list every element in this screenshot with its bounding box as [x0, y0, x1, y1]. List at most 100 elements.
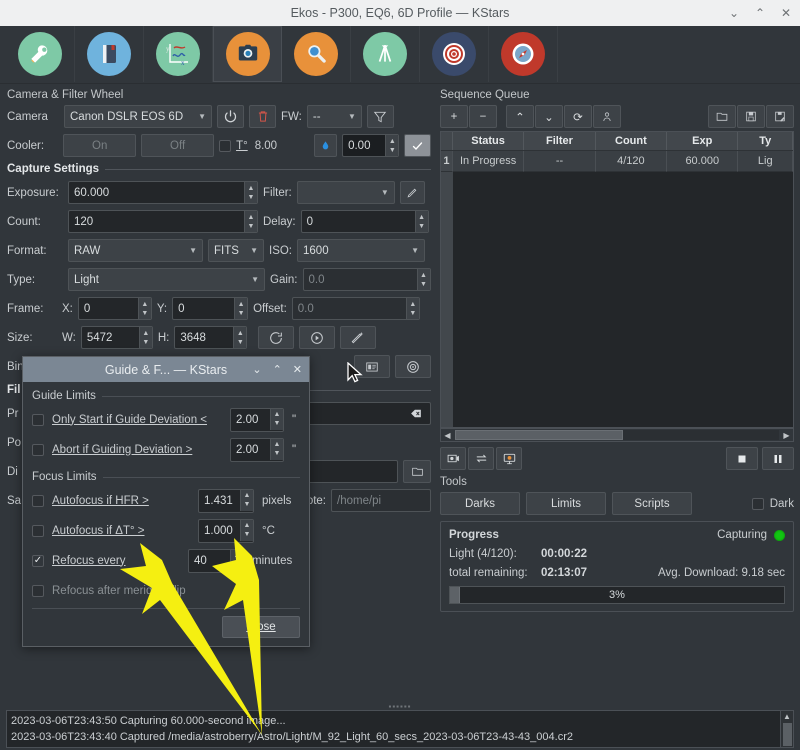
type-select[interactable]: Light ▼ [68, 268, 265, 291]
scroll-right-arrow[interactable]: ▶ [780, 431, 793, 440]
save-sequence-button[interactable] [737, 105, 765, 128]
size-w-stepper[interactable]: ▲ ▼ [138, 327, 152, 348]
delta-t-input[interactable]: 1.000 ▲ ▼ [198, 518, 254, 543]
delay-stepper[interactable]: ▲ ▼ [414, 211, 428, 232]
hfr-input[interactable]: 1.431 ▲ ▼ [198, 488, 254, 513]
delta-t-checkbox[interactable] [32, 524, 44, 537]
file-format-select[interactable]: FITS ▼ [208, 239, 264, 262]
refocus-every-input[interactable]: 40 ▲ ▼ [188, 548, 244, 573]
filter-wheel-select[interactable]: -- ▼ [306, 105, 362, 128]
move-down-button[interactable]: ⌄ [535, 105, 563, 128]
toolbar-item-guide[interactable] [420, 26, 489, 82]
format-select[interactable]: RAW ▼ [68, 239, 203, 262]
toolbar-item-analyze[interactable]: x y [144, 26, 213, 82]
toolbar-item-focus[interactable] [282, 26, 351, 82]
delta-t-stepper[interactable]: ▲ ▼ [240, 519, 253, 541]
size-h-input[interactable]: 3648 ▲ ▼ [174, 326, 248, 349]
scroll-left-arrow[interactable]: ◀ [441, 431, 454, 440]
abort-input[interactable]: 2.00 ▲ ▼ [230, 437, 284, 462]
reset-frame-button[interactable] [258, 326, 295, 349]
only-start-stepper[interactable]: ▲ ▼ [270, 408, 283, 430]
dialog-close-action-button[interactable]: Close [222, 616, 300, 638]
camera-remove-button[interactable] [249, 105, 276, 128]
frame-x-input[interactable]: 0 ▲ ▼ [77, 297, 152, 320]
dialog-minimize-button[interactable]: ⌄ [252, 363, 261, 376]
close-button[interactable]: ✕ [778, 5, 794, 21]
hfr-stepper[interactable]: ▲ ▼ [240, 489, 253, 511]
only-start-checkbox[interactable] [32, 413, 44, 426]
frame-y-stepper[interactable]: ▲ ▼ [234, 298, 248, 319]
remote-path-input[interactable]: /home/pi [331, 489, 431, 512]
camera-power-button[interactable] [217, 105, 244, 128]
sequence-table[interactable]: Status Filter Count Exp Ty 1 In Progress… [440, 131, 794, 428]
remove-job-button[interactable]: − [469, 105, 497, 128]
save-as-sequence-button[interactable] [766, 105, 794, 128]
filter-funnel-button[interactable] [366, 105, 394, 128]
refocus-every-stepper[interactable]: ▲ ▼ [230, 549, 243, 571]
log-output[interactable]: 2023-03-06T23:43:50 Capturing 60.000-sec… [6, 710, 794, 748]
toolbar-item-capture[interactable] [213, 26, 282, 82]
darks-button[interactable]: Darks [440, 492, 520, 515]
toolbar-item-align[interactable] [489, 26, 558, 82]
cooler-off-button[interactable]: Off [141, 134, 215, 157]
auto-calibrate-button[interactable] [340, 326, 377, 349]
log-scrollbar[interactable]: ▲ [780, 711, 793, 747]
open-sequence-button[interactable] [708, 105, 736, 128]
pause-capture-button[interactable] [762, 447, 794, 470]
dark-checkbox[interactable] [751, 497, 764, 510]
size-w-input[interactable]: 5472 ▲ ▼ [80, 326, 153, 349]
scroll-thumb[interactable] [455, 430, 624, 440]
browse-directory-button[interactable] [403, 460, 431, 483]
count-input[interactable]: 120 ▲ ▼ [68, 210, 258, 233]
dialog-maximize-button[interactable]: ⌃ [273, 363, 282, 376]
size-h-stepper[interactable]: ▲ ▼ [233, 327, 247, 348]
move-up-button[interactable]: ⌃ [506, 105, 534, 128]
toolbar-item-logs[interactable] [75, 26, 144, 82]
gain-stepper[interactable]: ▲ ▼ [416, 269, 430, 290]
log-scroll-thumb[interactable] [782, 723, 792, 746]
only-start-input[interactable]: 2.00 ▲ ▼ [230, 407, 284, 432]
offset-input[interactable]: 0.0 ▲ ▼ [291, 297, 420, 320]
toolbar-item-setup[interactable] [6, 26, 75, 82]
sequence-hscrollbar[interactable]: ◀ ▶ [440, 428, 794, 442]
maximize-button[interactable]: ⌃ [752, 5, 768, 21]
add-job-button[interactable]: + [440, 105, 468, 128]
gain-input[interactable]: 0.0 ▲ ▼ [302, 268, 431, 291]
abort-stepper[interactable]: ▲ ▼ [270, 438, 283, 460]
apply-temperature-button[interactable] [404, 134, 432, 157]
iso-select[interactable]: 1600 ▼ [297, 239, 426, 262]
delay-input[interactable]: 0 ▲ ▼ [300, 210, 429, 233]
target-button[interactable] [395, 355, 431, 378]
minimize-button[interactable]: ⌄ [726, 5, 742, 21]
target-temperature-input[interactable]: 0.00 ▲ ▼ [342, 134, 400, 157]
coolant-button[interactable] [314, 134, 338, 157]
frame-y-input[interactable]: 0 ▲ ▼ [172, 297, 249, 320]
limits-button[interactable]: Limits [526, 492, 606, 515]
target-temperature-stepper[interactable]: ▲ ▼ [385, 135, 399, 156]
loop-capture-button[interactable] [468, 447, 494, 470]
log-splitter[interactable]: ▪▪▪▪▪▪ [0, 702, 800, 711]
offset-stepper[interactable]: ▲ ▼ [405, 298, 419, 319]
table-row[interactable]: 1 In Progress -- 4/120 60.000 Lig [441, 151, 793, 172]
camera-select[interactable]: Canon DSLR EOS 6D ▼ [64, 105, 212, 128]
stop-capture-button[interactable] [726, 447, 758, 470]
fits-viewer-button[interactable] [354, 355, 390, 378]
scripts-button[interactable]: Scripts [612, 492, 692, 515]
preview-capture-button[interactable] [440, 447, 466, 470]
exposure-stepper[interactable]: ▲ ▼ [244, 182, 257, 203]
temperature-checkbox[interactable] [219, 139, 232, 152]
reset-sequence-button[interactable]: ⟳ [564, 105, 592, 128]
calibration-button[interactable] [299, 326, 336, 349]
abort-checkbox[interactable] [32, 443, 44, 456]
meridian-flip-checkbox[interactable] [32, 584, 44, 597]
hfr-checkbox[interactable] [32, 494, 44, 507]
count-stepper[interactable]: ▲ ▼ [244, 211, 257, 232]
toolbar-item-mount[interactable] [351, 26, 420, 82]
exposure-input[interactable]: 60.000 ▲ ▼ [68, 181, 258, 204]
cooler-on-button[interactable]: On [63, 134, 137, 157]
frame-x-stepper[interactable]: ▲ ▼ [137, 298, 151, 319]
live-view-button[interactable] [496, 447, 522, 470]
dialog-close-button[interactable]: ✕ [293, 363, 302, 376]
refocus-every-checkbox[interactable]: ✓ [32, 554, 44, 567]
scroll-up-arrow[interactable]: ▲ [783, 711, 791, 722]
